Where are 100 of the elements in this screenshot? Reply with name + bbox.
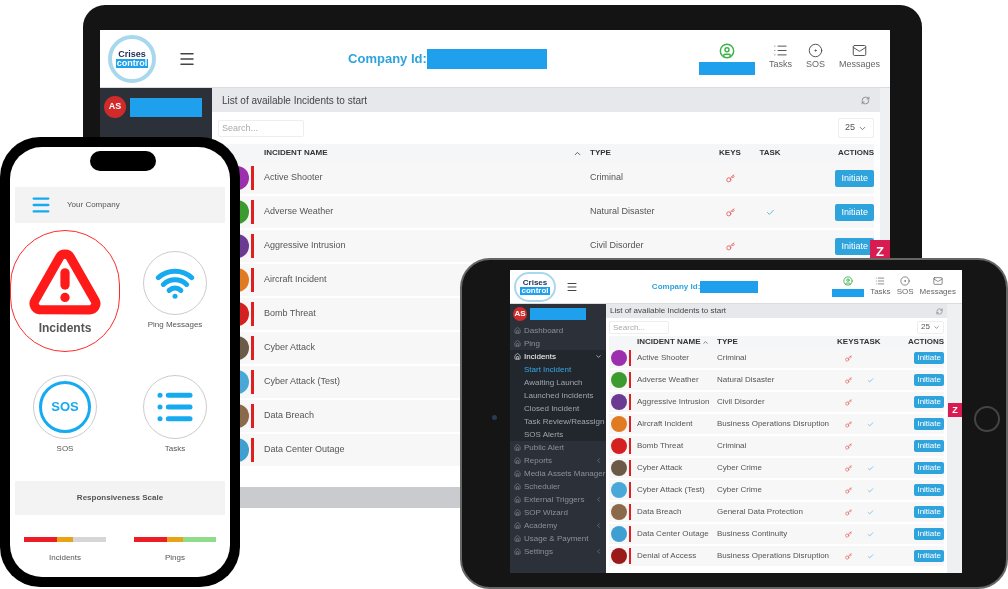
nav-button[interactable]: Messages [838, 42, 880, 69]
column-header[interactable]: INCIDENT NAME [637, 336, 701, 348]
list-icon [875, 276, 886, 286]
tile-label: Tasks [164, 443, 186, 455]
initiate-button[interactable]: Initiate [914, 418, 944, 430]
incident-type: Cyber Crime [717, 485, 762, 494]
severity-bar [250, 200, 254, 224]
nav-button[interactable]: Tasks [768, 42, 792, 69]
menu-item-icon [514, 548, 521, 555]
logo-text: Crises [522, 278, 548, 287]
initiate-button[interactable]: Initiate [914, 440, 944, 452]
nav-button[interactable]: Messages [919, 276, 956, 296]
incident-name: Bomb Threat [637, 441, 684, 450]
nav-button[interactable]: Tasks [870, 276, 891, 296]
incident-type: Civil Disorder [590, 240, 644, 251]
incident-type: Cyber Crime [717, 463, 762, 472]
menu-item-icon [514, 353, 521, 360]
phone-notch [90, 151, 156, 171]
initiate-button[interactable]: Initiate [914, 550, 944, 562]
sidebar-item[interactable]: External Triggers [510, 493, 606, 506]
page-size-select[interactable]: 25 [838, 118, 874, 138]
menu-item-icon [514, 327, 521, 334]
sidebar-item[interactable]: Ping [510, 337, 606, 350]
incident-name: Cyber Attack [264, 342, 316, 353]
initiate-button[interactable]: Initiate [914, 352, 944, 364]
submenu-item[interactable]: Awaiting Launch [510, 376, 606, 389]
initiate-button[interactable]: Initiate [914, 374, 944, 386]
incident-type: Criminal [717, 441, 747, 450]
circle-icon [900, 276, 911, 286]
sidebar-item[interactable]: Media Assets Manager [510, 467, 606, 480]
column-header[interactable]: TYPE [590, 148, 611, 157]
refresh-icon[interactable] [936, 307, 943, 315]
sidebar-item[interactable]: Settings [510, 545, 606, 558]
column-header[interactable]: ACTIONS [908, 336, 944, 348]
incident-type: Business Operations Disruption [717, 551, 830, 560]
sidebar-item[interactable]: Scheduler [510, 480, 606, 493]
envelope-icon [852, 42, 867, 58]
incident-type: Business Operations Disruption [717, 419, 830, 428]
menu-item-icon [514, 470, 521, 477]
column-header[interactable]: TYPE [717, 337, 738, 346]
incident-name: Aircraft Incident [264, 274, 327, 285]
menu-item-icon [514, 444, 521, 451]
user-icon[interactable] [718, 42, 735, 59]
caret-icon [595, 457, 602, 464]
tile-label: SOS [56, 443, 74, 455]
company-label: Company Id: [348, 49, 427, 68]
column-header[interactable]: INCIDENT NAME [264, 147, 328, 159]
menu-icon[interactable] [566, 280, 578, 293]
page-size-select[interactable]: 25 [917, 320, 944, 334]
sort-icon[interactable] [702, 338, 709, 346]
incident-name: Adverse Weather [637, 375, 699, 384]
search-field[interactable]: Search... [218, 119, 304, 137]
scale-title: Responsiveness Scale [76, 492, 164, 504]
initiate-button[interactable]: Initiate [835, 237, 874, 255]
sidebar-item[interactable]: Public Alert [510, 441, 606, 454]
company-name: Your Company [67, 199, 120, 211]
sidebar-item[interactable]: Academy [510, 519, 606, 532]
sidebar-item[interactable]: Usage & Payment [510, 532, 606, 545]
nav-button[interactable]: SOS [896, 276, 914, 296]
sidebar-item[interactable]: SOP Wizard [510, 506, 606, 519]
submenu-item[interactable]: Start Incident [510, 363, 606, 376]
refresh-icon[interactable] [861, 95, 870, 105]
menu-item-icon [514, 496, 521, 503]
severity-bar [250, 336, 254, 360]
avatar: AS [513, 307, 527, 321]
caret-icon [595, 548, 602, 555]
submenu-item[interactable]: Task Review/Reassign [510, 415, 606, 428]
home-button-icon[interactable] [974, 406, 1000, 432]
incident-name: Cyber Attack (Test) [264, 376, 341, 387]
chat-widget-button[interactable]: Z [948, 403, 962, 417]
sidebar-item[interactable]: Dashboard [510, 324, 606, 337]
logo-text: Crises [118, 49, 146, 59]
severity-bar [250, 438, 254, 462]
nav-button[interactable]: SOS [805, 42, 825, 69]
incident-type: General Data Protection [717, 507, 803, 516]
initiate-button[interactable]: Initiate [835, 169, 874, 187]
submenu-item[interactable]: SOS Alerts [510, 428, 606, 441]
initiate-button[interactable]: Initiate [914, 396, 944, 408]
user-icon[interactable] [843, 276, 854, 286]
initiate-button[interactable]: Initiate [914, 484, 944, 496]
initiate-button[interactable]: Initiate [835, 203, 874, 221]
company-label: Company Id: [651, 280, 701, 293]
initiate-button[interactable]: Initiate [914, 462, 944, 474]
column-header[interactable]: ACTIONS [838, 147, 874, 159]
submenu-item[interactable]: Closed Incident [510, 402, 606, 415]
column-header[interactable]: KEYS [837, 336, 859, 348]
incident-type: Natural Disaster [590, 206, 655, 217]
sidebar-item[interactable]: Reports [510, 454, 606, 467]
column-header[interactable]: TASK [859, 336, 881, 348]
initiate-button[interactable]: Initiate [914, 528, 944, 540]
sidebar-item[interactable]: Incidents [510, 350, 606, 363]
severity-bar [250, 268, 254, 292]
chevron-down-icon [933, 323, 940, 331]
search-field[interactable]: Search... [609, 320, 669, 334]
initiate-button[interactable]: Initiate [914, 506, 944, 518]
menu-item-icon [514, 535, 521, 542]
column-header[interactable]: TASK [759, 147, 781, 159]
submenu-item[interactable]: Launched Incidents [510, 389, 606, 402]
column-header[interactable]: KEYS [719, 147, 741, 159]
severity-bar [250, 166, 254, 190]
